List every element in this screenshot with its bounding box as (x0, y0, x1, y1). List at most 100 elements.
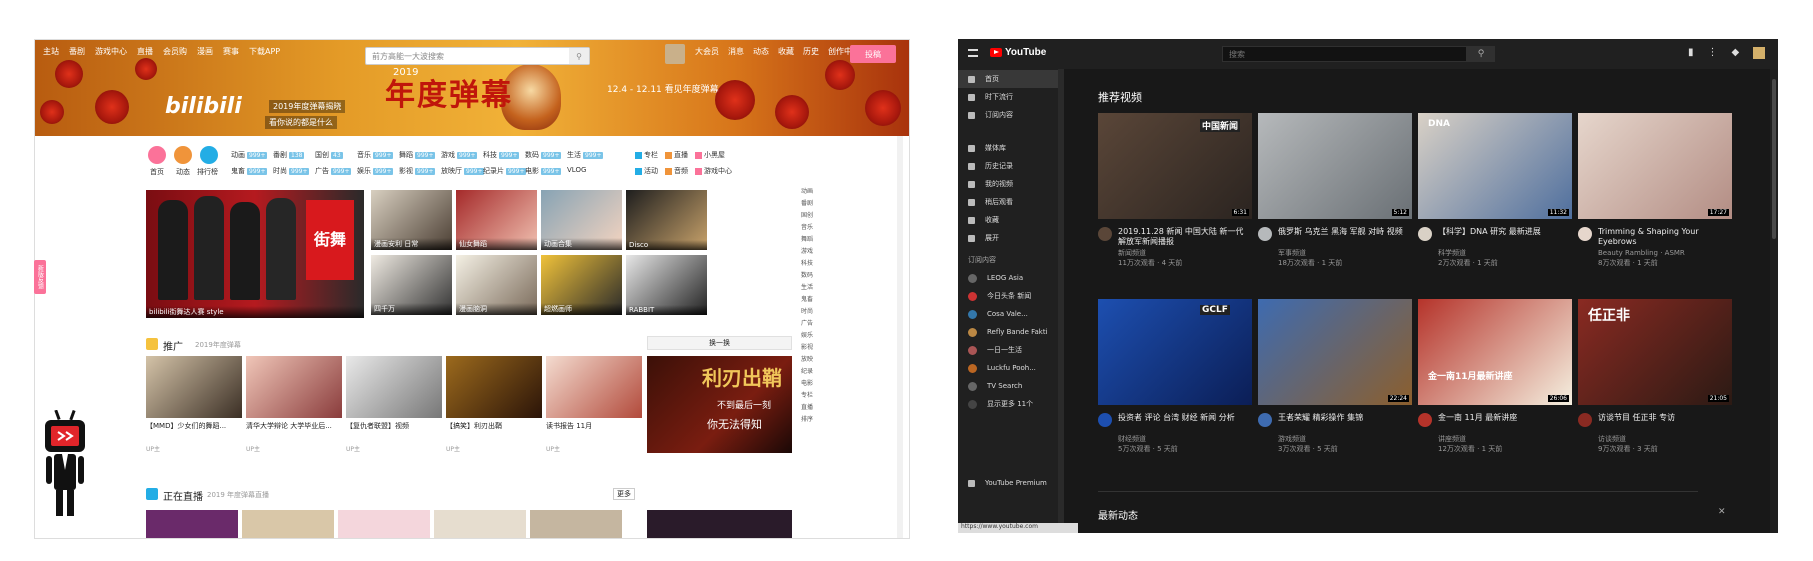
channel-name[interactable]: 军事频道 (1278, 249, 1408, 258)
nav-item[interactable]: 下载APP (249, 46, 280, 60)
video-thumb[interactable]: 漫画安利 日常 (371, 190, 452, 250)
sidebar-item[interactable]: TV Search (968, 379, 1056, 393)
video-thumb[interactable]: 17:27 (1578, 113, 1732, 219)
scrollbar[interactable] (897, 136, 903, 538)
live-thumb[interactable] (146, 510, 238, 538)
rail-item[interactable]: 纪录 (801, 366, 813, 375)
channel-avatar[interactable] (1418, 413, 1432, 427)
video-title[interactable]: 【MMD】少女们的舞蹈... (146, 422, 242, 431)
category-item[interactable]: 番剧 138 (273, 150, 305, 160)
nav-item[interactable]: 赛事 (223, 46, 239, 60)
category-item[interactable]: 国创 43 (315, 150, 343, 160)
channel-avatar[interactable] (1578, 413, 1592, 427)
video-thumb[interactable] (546, 356, 642, 418)
channel-name[interactable]: 游戏频道 (1278, 435, 1408, 444)
category-item[interactable]: VLOG (567, 166, 586, 174)
category-item[interactable]: 纪录片 999+ (483, 166, 527, 176)
video-thumb[interactable]: 22:24 (1258, 299, 1412, 405)
category-item[interactable]: 电影 999+ (525, 166, 562, 176)
bell-icon[interactable]: ◆ (1732, 47, 1740, 59)
user-link[interactable]: 消息 (728, 46, 744, 57)
category-item[interactable]: 数码 999+ (525, 150, 562, 160)
video-title[interactable]: 【搞笑】利刃出鞘 (446, 422, 542, 431)
sidebar-item[interactable]: 订阅内容 (968, 108, 1056, 122)
create-video-icon[interactable]: ▮ (1688, 47, 1694, 59)
rail-item[interactable]: 国创 (801, 210, 813, 219)
channel-name[interactable]: 讲座频道 (1438, 435, 1568, 444)
live-thumb[interactable] (434, 510, 526, 538)
nav-item[interactable]: 漫画 (197, 46, 213, 60)
sidebar-item[interactable]: 首页 (968, 72, 1056, 86)
ranking-icon[interactable] (200, 146, 218, 164)
category-extra[interactable]: 游戏中心 (695, 166, 732, 176)
refresh-button[interactable]: 换一换 (647, 336, 792, 350)
rail-item[interactable]: 动画 (801, 186, 813, 195)
channel-name[interactable]: Beauty Rambling · ASMR (1598, 249, 1728, 258)
search-icon[interactable]: ⚲ (569, 48, 589, 64)
category-extra[interactable]: 活动 (635, 166, 658, 176)
avatar[interactable] (1753, 47, 1766, 59)
video-thumb[interactable]: RABBIT (626, 255, 707, 315)
sidebar-item[interactable]: 我的视频 (968, 177, 1056, 191)
video-title[interactable]: 访谈节目 任正非 专访 (1598, 413, 1728, 423)
sidebar-item[interactable]: Luckfu Pooh... (968, 361, 1056, 375)
channel-avatar[interactable] (1578, 227, 1592, 241)
sidebar-item[interactable]: 媒体库 (968, 141, 1056, 155)
video-title[interactable]: Trimming & Shaping Your Eyebrows (1598, 227, 1728, 247)
youtube-logo[interactable]: YouTube (990, 47, 1046, 58)
category-item[interactable]: 游戏 999+ (441, 150, 478, 160)
search-input[interactable]: 前方高能一大波搜索 ⚲ (365, 47, 590, 65)
nav-item[interactable]: 主站 (43, 46, 59, 60)
video-title[interactable]: 王者荣耀 精彩操作 集锦 (1278, 413, 1408, 423)
category-item[interactable]: 娱乐 999+ (357, 166, 394, 176)
user-link[interactable]: 大会员 (695, 46, 719, 57)
video-title[interactable]: 俄罗斯 乌克兰 黑海 军舰 对峙 视频 (1278, 227, 1408, 237)
rail-item[interactable]: 广告 (801, 318, 813, 327)
sidebar-item[interactable]: LEOG Asia (968, 271, 1056, 285)
category-item[interactable]: 动画 999+ (231, 150, 268, 160)
video-thumb[interactable]: 超燃画师 (541, 255, 622, 315)
video-thumb[interactable]: Disco (626, 190, 707, 250)
nav-item[interactable]: 游戏中心 (95, 46, 127, 60)
cat-label[interactable]: 排行榜 (197, 167, 218, 177)
channel-avatar[interactable] (1418, 227, 1432, 241)
dynamic-icon[interactable] (174, 146, 192, 164)
video-thumb[interactable]: DNA 11:32 (1418, 113, 1572, 219)
bilibili-logo[interactable]: bilibili (165, 94, 242, 119)
channel-name[interactable]: 访谈频道 (1598, 435, 1728, 444)
rail-item[interactable]: 数码 (801, 270, 813, 279)
sidebar-scrollbar[interactable] (1058, 69, 1064, 533)
category-item[interactable]: 科技 999+ (483, 150, 520, 160)
category-extra[interactable]: 小黑屋 (695, 150, 725, 160)
rail-item[interactable]: 时尚 (801, 306, 813, 315)
video-thumb[interactable] (146, 356, 242, 418)
home-icon[interactable] (148, 146, 166, 164)
category-item[interactable]: 鬼畜 999+ (231, 166, 268, 176)
video-title[interactable]: 投资者 评论 台湾 财经 新闻 分析 (1118, 413, 1248, 423)
sidebar-item[interactable]: 一日一生活 (968, 343, 1056, 357)
video-thumb[interactable]: GCLF (1098, 299, 1252, 405)
movie-ad[interactable]: 利刃出鞘 不到最后一刻 你无法得知 (647, 356, 792, 453)
rail-item[interactable]: 娱乐 (801, 330, 813, 339)
live-thumb[interactable] (647, 510, 792, 538)
sidebar-item[interactable]: 显示更多 11个 (968, 397, 1056, 411)
cat-label[interactable]: 首页 (150, 167, 164, 177)
video-thumb[interactable]: 仙女舞蹈 (456, 190, 537, 250)
cat-label[interactable]: 动态 (176, 167, 190, 177)
channel-avatar[interactable] (1098, 413, 1112, 427)
rail-item[interactable]: 游戏 (801, 246, 813, 255)
apps-icon[interactable]: ⋮ (1708, 47, 1718, 59)
user-link[interactable]: 动态 (753, 46, 769, 57)
rail-item[interactable]: 番剧 (801, 198, 813, 207)
menu-icon[interactable] (968, 49, 978, 57)
video-title[interactable]: 读书报告 11月 (546, 422, 642, 431)
sidebar-item[interactable]: 展开 (968, 231, 1056, 245)
video-title[interactable]: 清华大学辩论 大学毕业后... (246, 422, 342, 431)
rail-item[interactable]: 科技 (801, 258, 813, 267)
video-thumb[interactable] (246, 356, 342, 418)
video-title[interactable]: 【复仇者联盟】视频 (346, 422, 442, 431)
video-title[interactable]: 2019.11.28 新闻 中国大陆 新一代 解放军新闻播报 (1118, 227, 1248, 247)
channel-name[interactable]: 新闻频道 (1118, 249, 1248, 258)
nav-item[interactable]: 会员购 (163, 46, 187, 60)
video-thumb[interactable]: 中国新闻 6:31 (1098, 113, 1252, 219)
